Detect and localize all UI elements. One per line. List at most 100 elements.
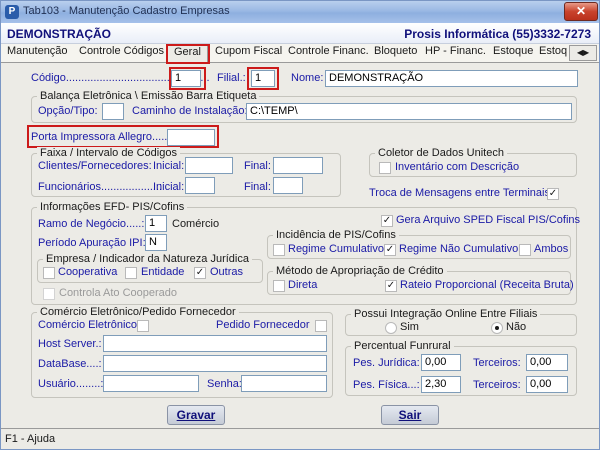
tab-scroll-arrows[interactable]: ◀▶ bbox=[569, 45, 597, 61]
funcionarios-inicial-field[interactable] bbox=[185, 177, 215, 194]
tab-estoque[interactable]: Estoque bbox=[493, 45, 533, 62]
inventario-checkbox[interactable] bbox=[379, 162, 391, 174]
pedido-fornecedor-label: Pedido Fornecedor bbox=[216, 319, 310, 331]
cumulativo-checkbox[interactable] bbox=[273, 244, 285, 256]
clientes-final-field[interactable] bbox=[273, 157, 323, 174]
ambos-label: Ambos bbox=[534, 243, 569, 255]
funcionarios-label: Funcionários...................: bbox=[38, 181, 163, 193]
filial-label: Filial.: bbox=[217, 72, 246, 84]
troca-label: Troca de Mensagens entre Terminais bbox=[369, 187, 550, 199]
opcao-field[interactable] bbox=[102, 103, 124, 120]
comercio-eletronico-label: Comércio Eletrônico bbox=[38, 319, 138, 331]
incidencia-title: Incidência de PIS/Cofins bbox=[273, 229, 399, 241]
nao-radio[interactable] bbox=[491, 322, 503, 334]
terceiros-pj-label: Terceiros: bbox=[473, 357, 521, 369]
pf-label: Pes. Física...: bbox=[353, 379, 420, 391]
sped-checkbox[interactable]: ✓ bbox=[381, 215, 393, 227]
highlight-tab-geral bbox=[166, 44, 210, 64]
controla-label: Controla Ato Cooperado bbox=[59, 287, 178, 299]
clientes-inicial-label: Inicial: bbox=[153, 160, 185, 172]
company-name: DEMONSTRAÇÃO bbox=[7, 27, 111, 41]
funcionarios-final-label: Final: bbox=[244, 181, 271, 193]
rateio-checkbox[interactable]: ✓ bbox=[385, 280, 397, 292]
metodo-title: Método de Apropriação de Crédito bbox=[273, 265, 447, 277]
tab-bloqueto[interactable]: Bloqueto bbox=[374, 45, 417, 62]
status-help: F1 - Ajuda bbox=[5, 433, 56, 445]
comercio-title: Comércio Eletrônico/Pedido Fornecedor bbox=[37, 306, 239, 318]
pf-field[interactable]: 2,30 bbox=[421, 376, 461, 393]
title-bar[interactable]: P Tab103 - Manutenção Cadastro Empresas … bbox=[1, 1, 599, 23]
terceiros-pf-field[interactable]: 0,00 bbox=[526, 376, 568, 393]
controla-checkbox[interactable] bbox=[43, 288, 55, 300]
funcionarios-final-field[interactable] bbox=[273, 177, 303, 194]
natureza-title: Empresa / Indicador da Natureza Jurídica bbox=[43, 253, 252, 265]
funcionarios-inicial-label: Inicial: bbox=[153, 181, 185, 193]
caminho-field[interactable]: C:\TEMP\ bbox=[246, 103, 572, 120]
nome-field[interactable]: DEMONSTRAÇÃO bbox=[325, 70, 578, 87]
app-icon: P bbox=[5, 5, 19, 19]
close-button[interactable]: ✕ bbox=[564, 2, 598, 21]
usuario-label: Usuário........: bbox=[38, 378, 104, 390]
efd-title: Informações EFD- PIS/Cofins bbox=[37, 201, 188, 213]
clientes-final-label: Final: bbox=[244, 160, 271, 172]
outras-checkbox[interactable]: ✓ bbox=[194, 267, 206, 279]
integracao-title: Possui Integração Online Entre Filiais bbox=[351, 308, 541, 320]
tab-controle-financ[interactable]: Controle Financ. bbox=[288, 45, 369, 62]
tab-cupom-fiscal[interactable]: Cupom Fiscal bbox=[215, 45, 282, 62]
sim-radio[interactable] bbox=[385, 322, 397, 334]
ramo-label: Ramo de Negócio.....: bbox=[38, 218, 145, 230]
tab-estoq-2[interactable]: Estoq bbox=[539, 45, 567, 62]
clientes-inicial-field[interactable] bbox=[185, 157, 233, 174]
cooperativa-checkbox[interactable] bbox=[43, 267, 55, 279]
database-field[interactable] bbox=[103, 355, 327, 372]
nao-cumulativo-label: Regime Não Cumulativo bbox=[399, 243, 519, 255]
apuracao-field[interactable]: N bbox=[145, 234, 167, 251]
usuario-field[interactable] bbox=[103, 375, 199, 392]
caminho-label: Caminho de Instalação: bbox=[132, 105, 248, 117]
tab-manutencao[interactable]: Manutenção bbox=[7, 45, 68, 62]
inventario-label: Inventário com Descrição bbox=[395, 161, 520, 173]
troca-checkbox[interactable]: ✓ bbox=[547, 188, 559, 200]
cumulativo-label: Regime Cumulativo bbox=[288, 243, 384, 255]
terceiros-pj-field[interactable]: 0,00 bbox=[526, 354, 568, 371]
ramo-field[interactable]: 1 bbox=[145, 215, 167, 232]
highlight-porta bbox=[27, 125, 219, 148]
ambos-checkbox[interactable] bbox=[519, 244, 531, 256]
highlight-filial bbox=[247, 67, 279, 90]
clientes-label: Clientes/Fornecedores: bbox=[38, 160, 152, 172]
tab-controle-codigos[interactable]: Controle Códigos bbox=[79, 45, 164, 62]
host-field[interactable] bbox=[103, 335, 327, 352]
direta-checkbox[interactable] bbox=[273, 280, 285, 292]
highlight-codigo bbox=[169, 67, 206, 90]
nao-label: Não bbox=[506, 321, 527, 333]
senha-field[interactable] bbox=[241, 375, 327, 392]
sped-label: Gera Arquivo SPED Fiscal PIS/Cofins bbox=[396, 214, 581, 226]
comercio-eletronico-checkbox[interactable] bbox=[137, 320, 149, 332]
terceiros-pf-label: Terceiros: bbox=[473, 379, 521, 391]
cooperativa-label: Cooperativa bbox=[58, 266, 118, 278]
vendor-info: Prosis Informática (55)3332-7273 bbox=[404, 27, 591, 41]
direta-label: Direta bbox=[288, 279, 318, 291]
header-strip: DEMONSTRAÇÃO Prosis Informática (55)3332… bbox=[1, 23, 599, 44]
outras-label: Outras bbox=[210, 266, 244, 278]
tab-hp-financ[interactable]: HP - Financ. bbox=[425, 45, 486, 62]
pj-label: Pes. Jurídica: bbox=[353, 357, 420, 369]
sair-button[interactable]: Sair bbox=[381, 405, 439, 425]
entidade-checkbox[interactable] bbox=[125, 267, 137, 279]
balanca-title: Balança Eletrônica \ Emissão Barra Etiqu… bbox=[37, 90, 260, 102]
nome-label: Nome: bbox=[291, 72, 324, 84]
gravar-button[interactable]: Gravar bbox=[167, 405, 225, 425]
rateio-label: Rateio Proporcional (Receita Bruta) bbox=[400, 279, 574, 291]
nao-cumulativo-checkbox[interactable]: ✓ bbox=[384, 244, 396, 256]
pj-field[interactable]: 0,00 bbox=[421, 354, 461, 371]
opcao-label: Opção/Tipo: bbox=[38, 105, 98, 117]
coletor-title: Coletor de Dados Unitech bbox=[375, 147, 507, 159]
main-window: P Tab103 - Manutenção Cadastro Empresas … bbox=[0, 0, 600, 450]
funrural-title: Percentual Funrural bbox=[351, 340, 454, 352]
host-label: Host Server.: bbox=[38, 338, 102, 350]
status-bar: F1 - Ajuda bbox=[1, 428, 599, 449]
pedido-fornecedor-checkbox[interactable] bbox=[315, 320, 327, 332]
sim-label: Sim bbox=[400, 321, 419, 333]
faixa-title: Faixa / Intervalo de Códigos bbox=[37, 147, 180, 159]
apuracao-label: Período Apuração IPI: bbox=[38, 237, 146, 249]
